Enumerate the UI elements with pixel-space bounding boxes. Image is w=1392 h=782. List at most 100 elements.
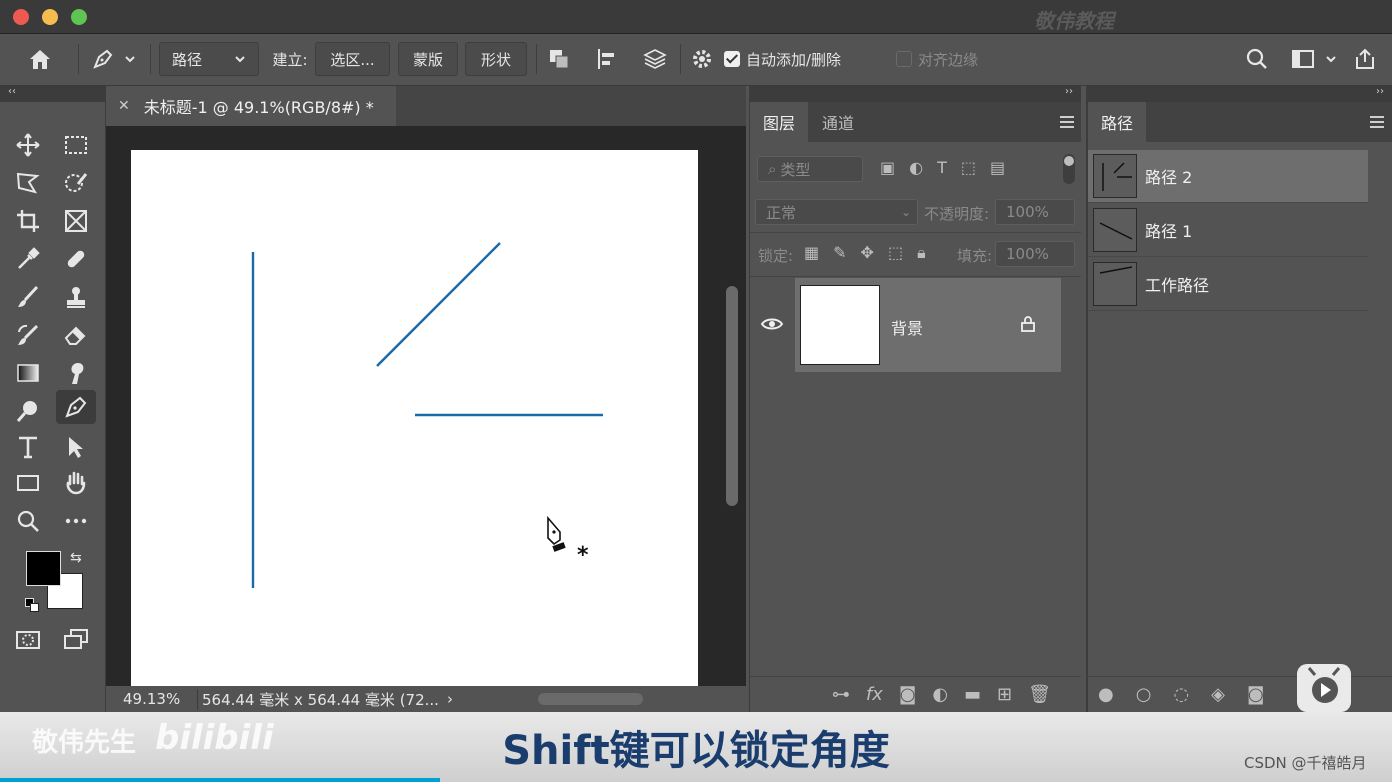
brush-tool[interactable] [8, 280, 48, 314]
load-as-selection-icon[interactable]: ◌ [1173, 684, 1189, 705]
smart-object-filter-icon[interactable]: ▤ [990, 158, 1005, 177]
workspace-icon [1292, 50, 1314, 68]
new-layer-icon[interactable]: ⊞ [997, 684, 1012, 705]
workspace-button[interactable] [1286, 42, 1342, 76]
path-item-work[interactable]: 工作路径 [1088, 258, 1368, 311]
panel-menu-icon[interactable] [1060, 116, 1074, 128]
screen-mode-button[interactable] [56, 623, 96, 657]
zoom-tool[interactable] [8, 504, 48, 538]
eyedropper-tool[interactable] [8, 242, 48, 276]
tool-preset-picker[interactable] [86, 42, 142, 76]
path-operations-button[interactable] [542, 42, 576, 76]
default-colors-icon[interactable] [25, 598, 39, 612]
tab-paths[interactable]: 路径 [1088, 102, 1146, 142]
adjustment-layer-icon[interactable]: ◐ [932, 684, 948, 705]
tab-layers[interactable]: 图层 [750, 102, 808, 142]
dodge-tool[interactable] [8, 394, 48, 428]
tab-channels[interactable]: 通道 [808, 102, 868, 142]
adjustment-filter-icon[interactable]: ◐ [909, 158, 923, 177]
type-filter-icon[interactable]: T [937, 158, 947, 177]
lock-transparent-pixels-icon[interactable]: ▦ [804, 243, 819, 263]
collapse-panel-button[interactable]: ›› [750, 86, 1081, 102]
type-tool[interactable] [8, 430, 48, 464]
auto-add-delete-checkbox[interactable]: 自动添加/删除 [724, 42, 854, 76]
marquee-tool[interactable] [56, 128, 96, 162]
stroke-path-icon[interactable]: ○ [1136, 684, 1152, 705]
vertical-scrollbar[interactable] [726, 286, 738, 506]
add-mask-icon[interactable]: ◙ [1247, 684, 1264, 705]
make-selection-button[interactable]: 选区... [315, 42, 390, 76]
path-item-2[interactable]: 路径 2 [1088, 150, 1368, 203]
horizontal-scrollbar[interactable] [538, 693, 643, 705]
layer-row[interactable]: 背景 [795, 278, 1061, 372]
lasso-tool[interactable] [8, 166, 48, 200]
path-mode-select[interactable]: 路径 [159, 42, 259, 76]
collapse-panel-button[interactable]: ›› [1088, 86, 1392, 102]
panel-menu-icon[interactable] [1370, 116, 1384, 128]
quick-selection-tool[interactable] [56, 166, 96, 200]
visibility-eye-icon[interactable] [760, 316, 784, 332]
swap-colors-icon[interactable]: ⇆ [70, 550, 82, 566]
watermark: 敬伟教程 [1034, 9, 1114, 33]
clone-stamp-tool[interactable] [56, 280, 96, 314]
align-edges-checkbox[interactable]: 对齐边缘 [896, 42, 996, 76]
document-tab[interactable]: ✕ 未标题-1 @ 49.1%(RGB/8#) * [106, 86, 396, 126]
gradient-tool[interactable] [8, 356, 48, 390]
add-mask-icon[interactable]: ◙ [899, 684, 916, 705]
blend-mode-select[interactable]: 正常 ⌄ [755, 199, 918, 225]
lock-artboard-icon[interactable]: ⬚ [888, 243, 903, 263]
video-progress-bar[interactable] [0, 778, 440, 782]
close-window-button[interactable] [13, 9, 29, 25]
zoom-level[interactable]: 49.13% [123, 690, 193, 708]
lock-all-icon[interactable]: 🔒︎ [917, 243, 926, 263]
canvas[interactable]: * [131, 150, 698, 690]
make-work-path-icon[interactable]: ◈ [1211, 684, 1225, 705]
fill-input[interactable]: 100% [995, 241, 1075, 267]
search-button[interactable] [1242, 42, 1272, 76]
shape-filter-icon[interactable]: ⬚ [961, 158, 976, 177]
quick-mask-button[interactable] [8, 623, 48, 657]
foreground-color-swatch[interactable] [26, 551, 61, 586]
history-brush-tool[interactable] [8, 318, 48, 352]
make-shape-button[interactable]: 形状 [465, 42, 527, 76]
path-selection-tool[interactable] [56, 430, 96, 464]
layer-style-fx-icon[interactable]: fx [866, 684, 883, 705]
frame-tool[interactable] [56, 204, 96, 238]
maximize-window-button[interactable] [71, 9, 87, 25]
document-size-info[interactable]: 564.44 毫米 x 564.44 毫米 (72... [197, 688, 439, 710]
filter-toggle[interactable] [1063, 154, 1075, 184]
hand-tool[interactable] [56, 466, 96, 500]
layer-filter-select[interactable]: ⌕ 类型 [757, 156, 863, 182]
path-alignment-button[interactable] [590, 42, 624, 76]
more-tools-button[interactable] [56, 504, 96, 538]
image-filter-icon[interactable]: ▣ [880, 158, 895, 177]
pen-tool[interactable] [56, 390, 96, 424]
link-layers-icon[interactable]: ⊶ [832, 684, 850, 705]
healing-brush-tool[interactable] [56, 242, 96, 276]
home-button[interactable] [20, 42, 60, 76]
share-button[interactable] [1350, 42, 1380, 76]
close-document-icon[interactable]: ✕ [118, 98, 130, 114]
layers-panel: ›› 图层 通道 ⌕ 类型 ▣ ◐ T ⬚ ▤ 正常 ⌄ 不透明度: 100% … [749, 86, 1081, 712]
crop-icon [17, 210, 39, 232]
lock-position-icon[interactable]: ✥ [861, 243, 874, 263]
collapse-tools-button[interactable]: ‹‹ [0, 86, 106, 102]
minimize-window-button[interactable] [42, 9, 58, 25]
opacity-input[interactable]: 100% [995, 199, 1075, 225]
new-group-folder-icon[interactable]: ▬ [964, 684, 981, 705]
path-arrangement-button[interactable] [638, 42, 672, 76]
bandage-icon [67, 250, 85, 268]
status-arrow-icon[interactable]: › [447, 690, 453, 708]
move-tool[interactable] [8, 128, 48, 162]
lock-image-pixels-icon[interactable]: ✎ [833, 243, 846, 263]
make-mask-button[interactable]: 蒙版 [398, 42, 458, 76]
path-item-1[interactable]: 路径 1 [1088, 204, 1368, 257]
eraser-tool[interactable] [56, 318, 96, 352]
fill-path-icon[interactable]: ● [1098, 684, 1114, 705]
rectangle-tool[interactable] [8, 466, 48, 500]
crop-tool[interactable] [8, 204, 48, 238]
smudge-tool[interactable] [56, 356, 96, 390]
home-icon [30, 50, 50, 69]
trash-icon[interactable]: 🗑︎ [1028, 684, 1051, 705]
settings-button[interactable] [688, 42, 716, 76]
